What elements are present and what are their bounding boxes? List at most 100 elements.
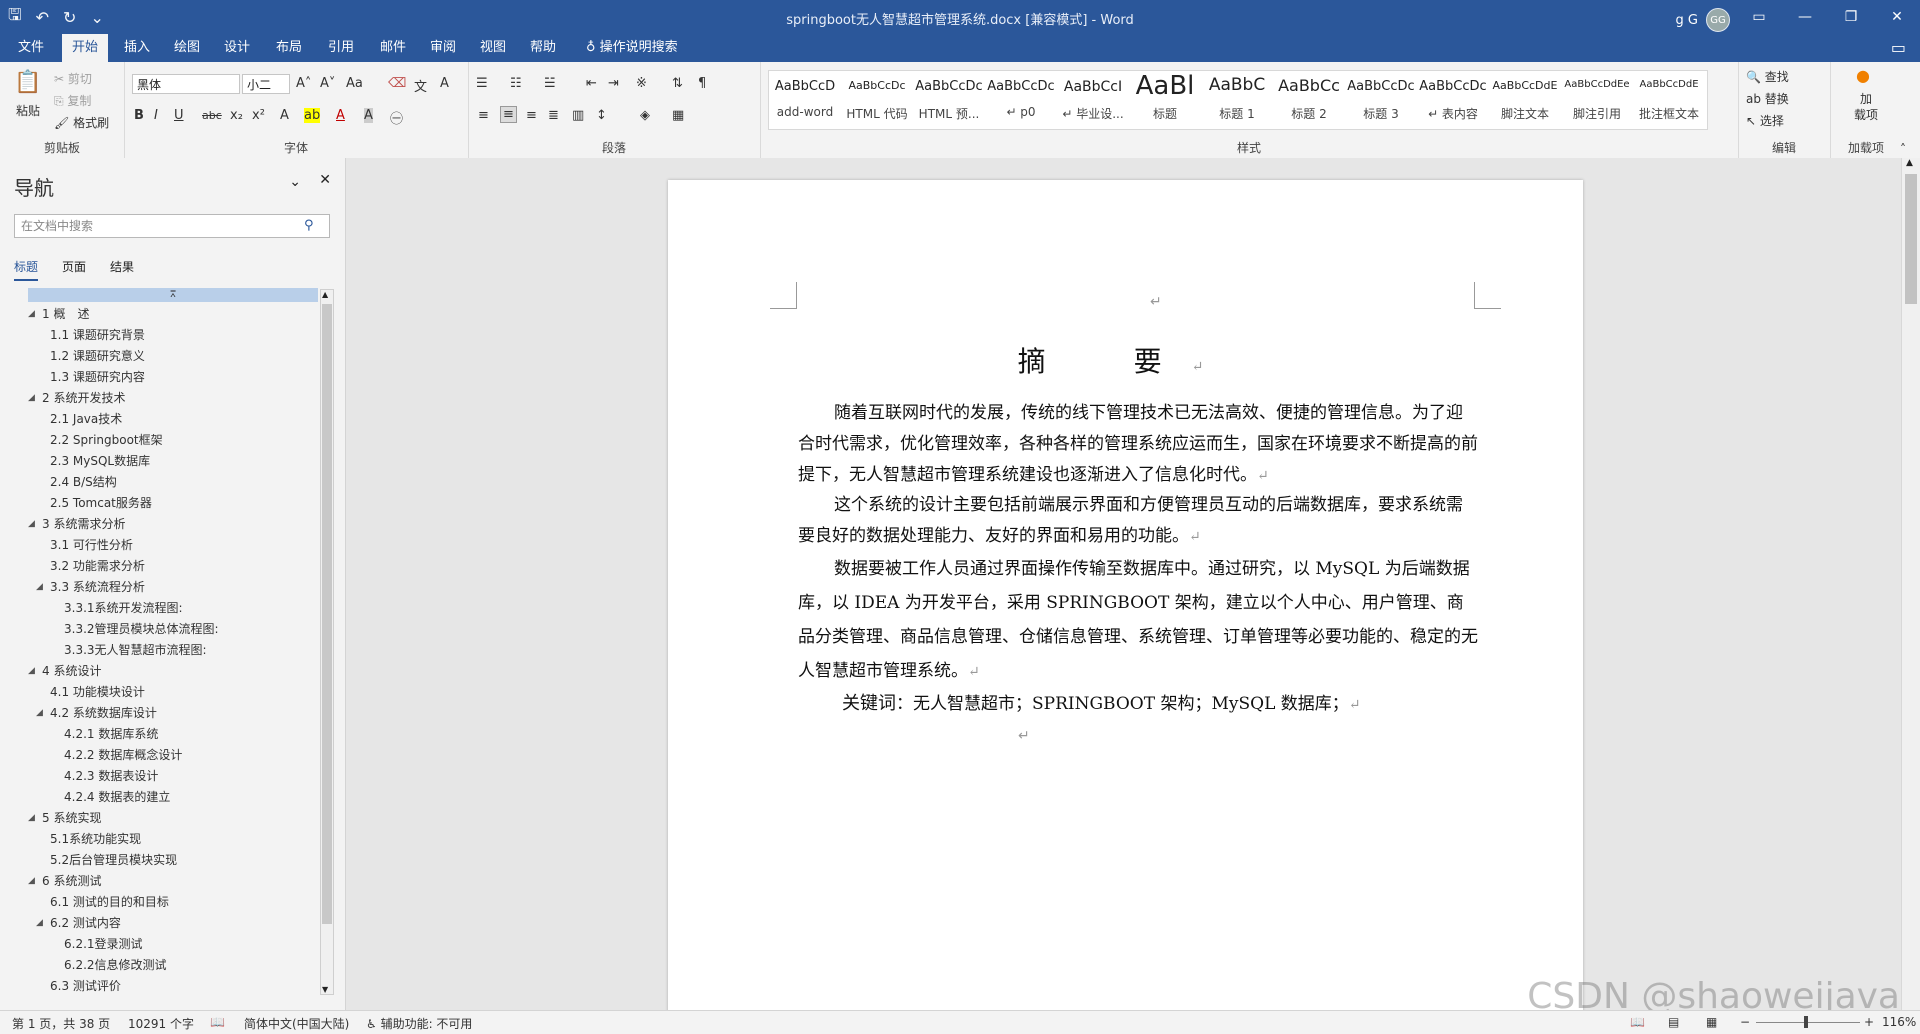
decrease-indent-icon[interactable]: ⇤ <box>586 76 597 91</box>
abstract-paragraph-1[interactable]: 随着互联网时代的发展，传统的线下管理技术已无法高效、便捷的管理信息。为了迎合时代… <box>798 398 1478 492</box>
phonetic-guide-icon[interactable]: 文 <box>414 76 427 95</box>
nav-heading-item[interactable]: 4.2.1 数据库系统 <box>64 724 158 745</box>
style-footnote-text[interactable]: AaBbCcDdE 脚注文本 <box>1489 71 1561 129</box>
style-html-pre[interactable]: AaBbCcDc HTML 预... <box>913 71 985 129</box>
style-heading-2[interactable]: AaBbCc 标题 2 <box>1273 71 1345 129</box>
strikethrough-button[interactable]: abc <box>202 109 222 122</box>
nav-heading-item[interactable]: 3.2 功能需求分析 <box>50 556 145 577</box>
expand-caret-icon[interactable]: ◢ <box>36 708 43 718</box>
grow-font-icon[interactable]: A˄ <box>296 76 311 91</box>
nav-heading-item[interactable]: 4.1 功能模块设计 <box>50 682 145 703</box>
cut-button[interactable]: ✂ 剪切 <box>54 70 92 87</box>
zoom-level[interactable]: 116% <box>1882 1015 1916 1029</box>
nav-heading-item[interactable]: 6.1 测试的目的和目标 <box>50 892 169 913</box>
expand-caret-icon[interactable]: ◢ <box>36 582 43 592</box>
nav-heading-item[interactable]: 6.3 测试评价 <box>50 976 121 997</box>
addin-icon[interactable]: ● <box>1856 66 1870 85</box>
expand-caret-icon[interactable]: ◢ <box>36 918 43 928</box>
document-scroll-thumb[interactable] <box>1905 174 1917 304</box>
word-count[interactable]: 10291 个字 <box>128 1015 194 1032</box>
style-add-word[interactable]: AaBbCcD add-word <box>769 71 841 129</box>
style-title[interactable]: AaBl 标题 <box>1129 71 1201 129</box>
style-balloon-text[interactable]: AaBbCcDdE 批注框文本 <box>1633 71 1705 129</box>
read-mode-icon[interactable]: 📖 <box>1630 1015 1645 1029</box>
addins-line2[interactable]: 载项 <box>1854 106 1878 123</box>
font-color-icon[interactable]: A <box>336 108 345 123</box>
nav-heading-item[interactable]: 3.3.2管理员模块总体流程图: <box>64 619 219 640</box>
nav-heading-item[interactable]: 1.2 课题研究意义 <box>50 346 145 367</box>
clear-formatting-icon[interactable]: ⌫ <box>388 76 406 91</box>
font-size-select[interactable]: 小二 <box>242 74 290 94</box>
nav-heading-item[interactable]: 3.3.3无人智慧超市流程图: <box>64 640 207 661</box>
tab-draw[interactable]: 绘图 <box>164 34 210 62</box>
asian-layout-icon[interactable]: ※ <box>636 76 647 91</box>
nav-heading-item[interactable]: 4.2.2 数据库概念设计 <box>64 745 182 766</box>
expand-caret-icon[interactable]: ◢ <box>28 813 35 823</box>
style-table-content[interactable]: AaBbCcDc ↵ 表内容 <box>1417 71 1489 129</box>
tab-file[interactable]: 文件 <box>8 34 54 62</box>
shading-icon[interactable]: ◈ <box>640 108 650 123</box>
collapse-ribbon-icon[interactable]: ˄ <box>1900 142 1906 156</box>
zoom-in-icon[interactable]: + <box>1864 1015 1874 1029</box>
shrink-font-icon[interactable]: A˅ <box>320 76 335 91</box>
style-heading-3[interactable]: AaBbCcDc 标题 3 <box>1345 71 1417 129</box>
nav-heading-item[interactable]: 3.3 系统流程分析 <box>50 577 145 598</box>
expand-caret-icon[interactable]: ◢ <box>28 309 35 319</box>
nav-heading-item[interactable]: 6.2.1登录测试 <box>64 934 143 955</box>
highlight-icon[interactable]: ab <box>304 108 321 123</box>
replace-button[interactable]: ab 替换 <box>1746 90 1789 107</box>
keywords-line[interactable]: 关键词：无人智慧超市；SPRINGBOOT 架构；MySQL 数据库；↵ <box>798 688 1478 721</box>
restore-icon[interactable]: ❐ <box>1828 0 1874 34</box>
tab-results[interactable]: 结果 <box>110 258 134 281</box>
style-p0[interactable]: AaBbCcDc ↵ p0 <box>985 71 1057 129</box>
account-area[interactable]: g G GG <box>1676 8 1730 32</box>
tab-design[interactable]: 设计 <box>214 34 260 62</box>
numbering-icon[interactable]: ☷ <box>510 76 522 91</box>
text-effects-icon[interactable]: A <box>280 108 289 123</box>
find-button[interactable]: 🔍 查找 <box>1746 68 1789 85</box>
nav-heading-item[interactable]: 4 系统设计 <box>42 661 101 682</box>
chevron-down-icon[interactable]: ⌄ <box>289 174 301 190</box>
expand-caret-icon[interactable]: ◢ <box>28 666 35 676</box>
expand-caret-icon[interactable]: ◢ <box>28 393 35 403</box>
comments-icon[interactable]: ▭ <box>1891 38 1906 57</box>
addins-line1[interactable]: 加 <box>1860 90 1872 107</box>
accessibility-status[interactable]: ♿ 辅助功能: 不可用 <box>366 1015 472 1032</box>
tell-me-search[interactable]: ♁ 操作说明搜索 <box>576 34 688 62</box>
scroll-up-icon[interactable]: ▲ <box>1906 158 1913 168</box>
nav-heading-item[interactable]: 2.2 Springboot框架 <box>50 430 163 451</box>
style-heading-1[interactable]: AaBbC 标题 1 <box>1201 71 1273 129</box>
nav-heading-item[interactable]: 6.2 测试内容 <box>50 913 121 934</box>
expand-caret-icon[interactable]: ◢ <box>28 876 35 886</box>
tab-insert[interactable]: 插入 <box>114 34 160 62</box>
nav-heading-item[interactable]: 2 系统开发技术 <box>42 388 125 409</box>
distributed-icon[interactable]: ▥ <box>572 108 584 123</box>
bullets-icon[interactable]: ☰ <box>476 76 488 91</box>
avatar[interactable]: GG <box>1706 8 1730 32</box>
nav-heading-item[interactable]: 3 系统需求分析 <box>42 514 125 535</box>
nav-heading-item[interactable]: 1.1 课题研究背景 <box>50 325 145 346</box>
tab-headings[interactable]: 标题 <box>14 258 39 281</box>
nav-heading-item[interactable]: 1 概 述 <box>42 304 89 325</box>
language-status[interactable]: 简体中文(中国大陆) <box>244 1015 349 1032</box>
nav-heading-item[interactable]: 5.1系统功能实现 <box>50 829 141 850</box>
nav-scrollbar[interactable]: ▲ ▼ <box>320 289 334 995</box>
format-painter-button[interactable]: 🖌 格式刷 <box>54 114 109 131</box>
change-case-button[interactable]: Aa <box>346 76 363 91</box>
select-button[interactable]: ↖ 选择 <box>1746 112 1784 129</box>
tab-layout[interactable]: 布局 <box>266 34 312 62</box>
document-page[interactable]: ↵ 摘 要↵ 随着互联网时代的发展，传统的线下管理技术已无法高效、便捷的管理信息… <box>668 180 1583 1020</box>
document-scrollbar[interactable]: ▲ <box>1901 158 1920 1010</box>
nav-heading-item[interactable]: 4.2.3 数据表设计 <box>64 766 158 787</box>
nav-heading-item[interactable]: 4.2.4 数据表的建立 <box>64 787 170 808</box>
zoom-slider-thumb[interactable] <box>1804 1016 1808 1028</box>
font-name-select[interactable]: 黑体 <box>132 74 240 94</box>
increase-indent-icon[interactable]: ⇥ <box>608 76 619 91</box>
tab-view[interactable]: 视图 <box>470 34 516 62</box>
web-layout-icon[interactable]: ▦ <box>1706 1015 1717 1029</box>
copy-button[interactable]: ⎘ 复制 <box>54 92 91 109</box>
tab-home[interactable]: 开始 <box>62 34 109 62</box>
character-shading-icon[interactable]: A <box>364 108 373 123</box>
nav-heading-item[interactable]: 2.1 Java技术 <box>50 409 122 430</box>
nav-heading-item[interactable]: 3.1 可行性分析 <box>50 535 133 556</box>
